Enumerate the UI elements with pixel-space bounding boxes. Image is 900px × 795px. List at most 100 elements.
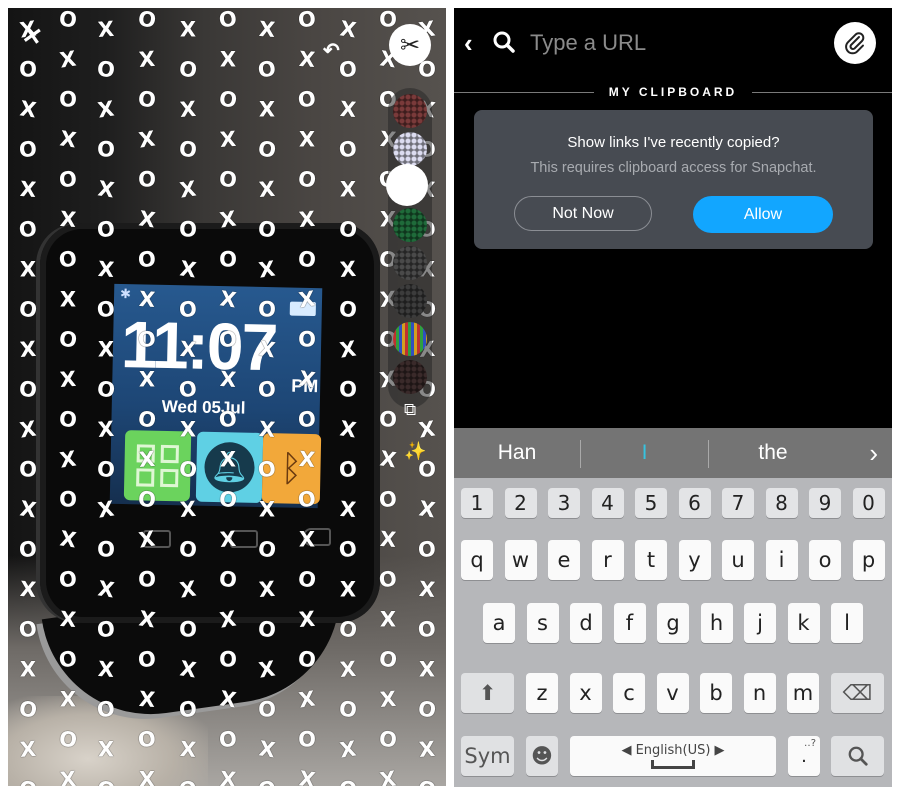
watch-back-button <box>303 528 331 546</box>
back-chevron-icon[interactable]: ‹ <box>464 28 473 59</box>
brush-swatch[interactable] <box>393 132 427 166</box>
not-now-button[interactable]: Not Now <box>514 196 652 231</box>
attach-clip-button[interactable] <box>834 22 876 64</box>
brush-swatch[interactable] <box>393 94 427 128</box>
watch-date: Wed 05Jul <box>161 396 246 418</box>
period-hint: ‥? <box>804 738 816 749</box>
key-0[interactable]: 0 <box>852 488 885 518</box>
key-q[interactable]: q <box>461 540 493 580</box>
key-5[interactable]: 5 <box>635 488 667 518</box>
key-h[interactable]: h <box>700 603 733 643</box>
key-x[interactable]: x <box>569 673 602 713</box>
xo-mark: X <box>338 16 358 43</box>
xo-mark: X <box>19 176 37 203</box>
key-k[interactable]: k <box>787 603 820 643</box>
bluetooth-status-icon: ✱ <box>119 285 132 302</box>
xo-mark: O <box>178 136 198 163</box>
watch-ampm: PM <box>291 375 319 397</box>
sticker-icon[interactable]: ⧉ <box>404 400 416 420</box>
url-input[interactable] <box>528 24 822 62</box>
xo-mark: X <box>417 496 437 523</box>
key-l[interactable]: l <box>831 603 863 643</box>
suggestion-2[interactable]: I <box>581 428 708 478</box>
xo-mark: O <box>379 8 397 32</box>
search-enter-key[interactable] <box>831 736 884 776</box>
key-w[interactable]: w <box>504 540 537 580</box>
brush-palette[interactable] <box>388 88 432 408</box>
dialog-subtitle: This requires clipboard access for Snapc… <box>530 160 817 176</box>
xo-mark: O <box>138 167 156 192</box>
close-icon[interactable]: ✕ <box>20 20 45 52</box>
backspace-key[interactable]: ⌫ <box>831 673 884 713</box>
brush-swatch[interactable] <box>393 284 427 318</box>
key-8[interactable]: 8 <box>765 488 798 518</box>
key-s[interactable]: s <box>526 603 559 643</box>
xo-mark: X <box>298 127 316 152</box>
xo-mark: X <box>179 96 197 123</box>
xo-mark: O <box>96 56 116 83</box>
clipboard-permission-dialog: Show links I've recently copied? This re… <box>474 110 873 249</box>
xo-mark: O <box>217 8 239 33</box>
allow-button[interactable]: Allow <box>693 196 833 233</box>
brush-swatch[interactable] <box>393 246 427 280</box>
key-7[interactable]: 7 <box>722 488 754 518</box>
key-m[interactable]: m <box>787 673 819 713</box>
sym-key[interactable]: Sym <box>461 736 514 776</box>
key-i[interactable]: i <box>765 540 798 580</box>
brush-swatch[interactable] <box>393 208 427 242</box>
suggestion-1[interactable]: Han <box>454 428 580 478</box>
key-d[interactable]: d <box>570 603 602 643</box>
xo-mark: O <box>19 457 37 482</box>
brush-swatch[interactable] <box>393 360 427 394</box>
key-z[interactable]: z <box>526 673 558 713</box>
key-e[interactable]: e <box>548 540 580 580</box>
key-p[interactable]: p <box>852 540 885 580</box>
space-language-label: ◀ English(US) ▶ <box>621 743 725 758</box>
xo-mark: O <box>137 86 157 113</box>
key-y[interactable]: y <box>678 540 711 580</box>
xo-mark: O <box>256 56 278 83</box>
xo-mark: X <box>19 336 37 363</box>
key-u[interactable]: u <box>722 540 754 580</box>
key-2[interactable]: 2 <box>504 488 537 518</box>
magic-eraser-icon[interactable]: ✨ <box>404 441 426 462</box>
emoji-voice-key[interactable]: ☻ <box>526 736 558 776</box>
brush-swatch[interactable] <box>393 322 427 356</box>
xo-mark: O <box>59 87 77 112</box>
watch-recent-button <box>230 530 258 548</box>
key-f[interactable]: f <box>613 603 646 643</box>
undo-icon[interactable]: ↶ <box>323 38 340 63</box>
soft-keyboard: Han I the › 1234567890 qwertyuiop asdfghjk… <box>454 428 892 787</box>
key-4[interactable]: 4 <box>591 488 624 518</box>
suggestion-expand-icon[interactable]: › <box>869 428 878 478</box>
space-bar-icon <box>651 760 695 769</box>
key-j[interactable]: j <box>744 603 776 643</box>
xo-mark: O <box>296 86 318 113</box>
xo-mark: X <box>96 176 116 203</box>
xo-mark: X <box>379 526 397 553</box>
period-key[interactable]: . ‥? <box>788 736 820 776</box>
key-6[interactable]: 6 <box>678 488 711 518</box>
key-g[interactable]: g <box>657 603 689 643</box>
xo-mark: O <box>17 296 39 323</box>
key-r[interactable]: r <box>591 540 624 580</box>
key-o[interactable]: o <box>809 540 841 580</box>
key-a[interactable]: a <box>483 603 515 643</box>
space-key[interactable]: ◀ English(US) ▶ <box>570 736 776 776</box>
brush-size-knob[interactable] <box>386 164 428 206</box>
xo-mark: O <box>17 216 39 243</box>
xo-mark: O <box>218 166 238 193</box>
key-c[interactable]: c <box>613 673 645 713</box>
shift-key[interactable]: ⬆ <box>461 673 514 713</box>
key-9[interactable]: 9 <box>809 488 841 518</box>
key-v[interactable]: v <box>656 673 689 713</box>
key-n[interactable]: n <box>743 673 776 713</box>
xo-mark: O <box>217 86 239 113</box>
key-1[interactable]: 1 <box>461 488 493 518</box>
key-3[interactable]: 3 <box>548 488 580 518</box>
scissors-button[interactable]: ✂ <box>389 24 431 66</box>
suggestion-3[interactable]: the <box>709 428 837 478</box>
watch-time: 11:07 <box>120 307 277 385</box>
key-b[interactable]: b <box>700 673 732 713</box>
key-t[interactable]: t <box>635 540 667 580</box>
